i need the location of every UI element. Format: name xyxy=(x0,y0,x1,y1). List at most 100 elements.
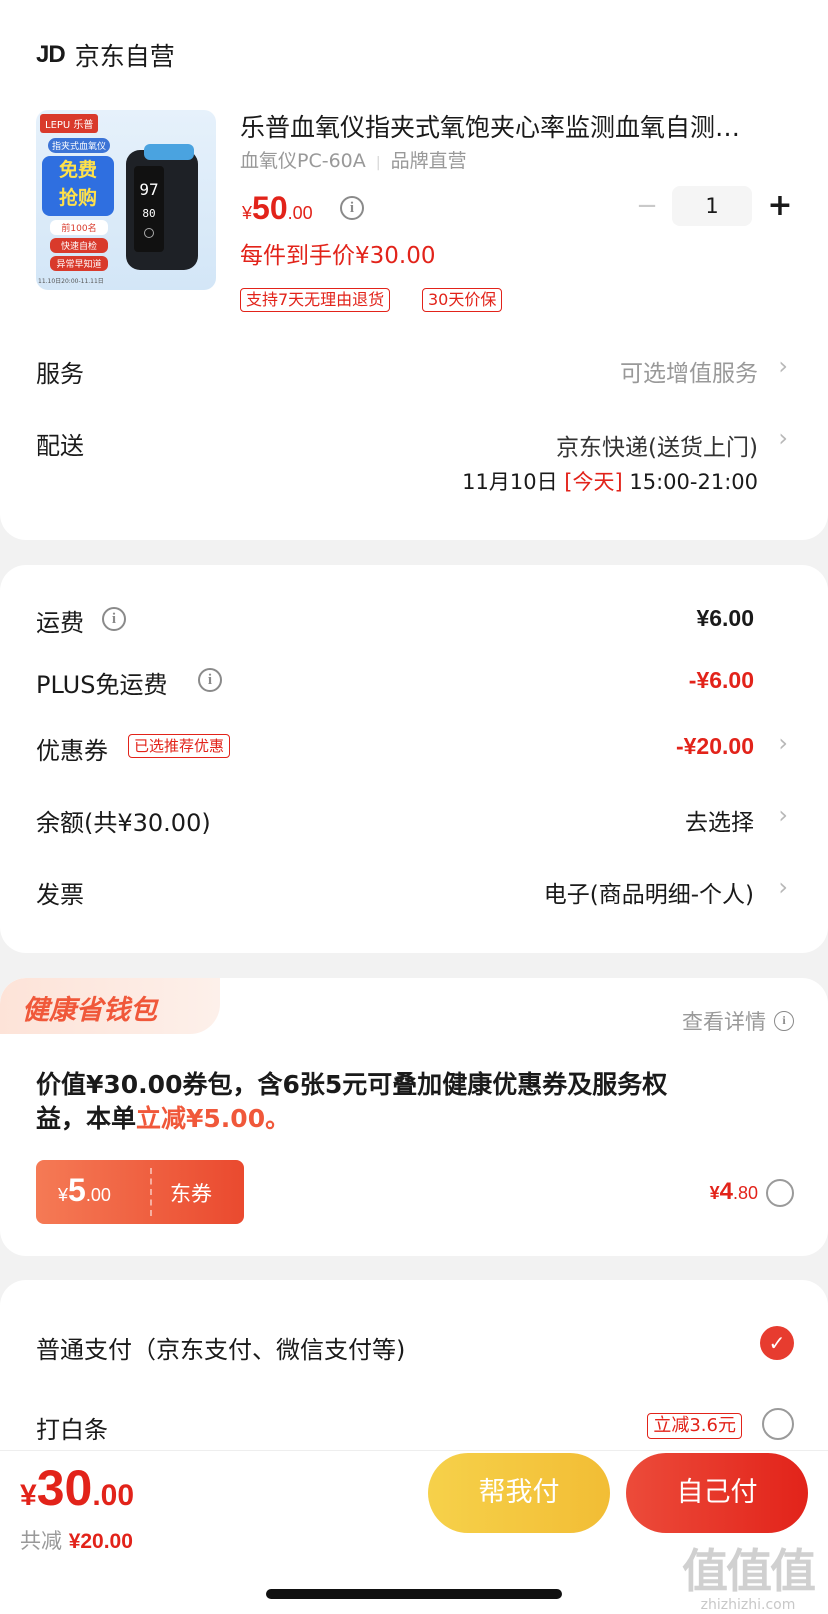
self-pay-button[interactable]: 自己付 xyxy=(626,1453,808,1533)
delivery-window: 15:00-21:00 xyxy=(629,470,758,494)
detail-info-icon: i xyxy=(774,1011,794,1031)
chevron-right-icon: › xyxy=(778,873,788,901)
chevron-right-icon: › xyxy=(778,352,788,380)
health-detail-label: 查看详情 xyxy=(682,1010,766,1034)
health-wallet-card: 健康省钱包 查看详情 i 价值¥30.00券包，含6张5元可叠加健康优惠券及服务… xyxy=(0,978,828,1256)
shop-name: 京东自营 xyxy=(74,42,175,71)
price-integer: 50 xyxy=(252,190,288,226)
quantity-minus-button[interactable]: − xyxy=(630,188,664,224)
service-value: 可选增值服务 xyxy=(620,361,758,387)
saving-value: ¥20.00 xyxy=(68,1530,133,1553)
product-card: JD 京东自营 LEPU 乐普 指夹式血氧仪 免费 抢购 前100名 快速自检 … xyxy=(0,0,828,540)
price-symbol: ¥ xyxy=(242,203,253,223)
watermark-url: zhizhizhi.com xyxy=(700,1597,796,1613)
wallet-price-integer: 4 xyxy=(719,1178,733,1205)
quantity-input[interactable]: 1 xyxy=(672,186,752,226)
invoice-label: 发票 xyxy=(36,881,84,909)
wallet-price-decimal: .80 xyxy=(732,1183,758,1203)
health-detail-link[interactable]: 查看详情 i xyxy=(682,1006,794,1036)
total-price: ¥30.00 xyxy=(20,1459,134,1517)
description-line-1: 价值¥30.00券包，含6张5元可叠加健康优惠券及服务权 xyxy=(36,1070,668,1099)
coupon-recommended-tag: 已选推荐优惠 xyxy=(128,734,231,758)
delivery-time: 11月10日 [今天] 15:00-21:00 xyxy=(462,466,758,496)
checkmark-icon: ✓ xyxy=(760,1326,794,1360)
jd-logo: JD xyxy=(36,41,66,68)
saving-label: 共减 xyxy=(20,1529,62,1553)
shop-header[interactable]: JD 京东自营 xyxy=(36,38,175,72)
total-decimal: .00 xyxy=(92,1479,135,1512)
coupon-divider xyxy=(150,1168,152,1216)
coupon-amount: ¥5.00 xyxy=(58,1172,111,1209)
total-integer: 30 xyxy=(36,1460,93,1516)
unit-price: 每件到手价¥30.00 xyxy=(240,243,436,269)
coupon-integer: 5 xyxy=(68,1172,86,1208)
chevron-right-icon: › xyxy=(778,801,788,829)
wallet-price-symbol: ¥ xyxy=(709,1183,720,1203)
delivery-label: 配送 xyxy=(36,432,84,460)
health-wallet-description: 价值¥30.00券包，含6张5元可叠加健康优惠券及服务权 益，本单立减¥5.00… xyxy=(36,1068,796,1136)
help-me-pay-button[interactable]: 帮我付 xyxy=(428,1453,610,1533)
return-policy-tag: 支持7天无理由退货 xyxy=(240,288,391,312)
device-reading-1: 97 xyxy=(139,180,159,199)
baitiao-label: 打白条 xyxy=(36,1416,108,1444)
home-indicator xyxy=(266,1589,562,1599)
shipping-fee-label: 运费 xyxy=(36,609,84,637)
service-label: 服务 xyxy=(36,360,84,388)
image-subtitle: 指夹式血氧仪 xyxy=(48,138,111,153)
coupon-value: -¥20.00 xyxy=(675,733,754,759)
image-badge-line2: 抢购 xyxy=(58,187,97,209)
delivery-today: [今天] xyxy=(564,470,623,494)
chevron-right-icon: › xyxy=(778,729,788,757)
description-discount: 立减¥5.00。 xyxy=(136,1104,291,1133)
description-line-2: 益，本单立减¥5.00。 xyxy=(36,1102,796,1136)
product-spec: 血氧仪PC-60A | 品牌直营 xyxy=(240,150,467,172)
coupon-symbol: ¥ xyxy=(58,1185,69,1205)
balance-value: 去选择 xyxy=(685,810,754,836)
coupon-ticket[interactable]: ¥5.00 东券 xyxy=(36,1160,244,1224)
watermark: 值值值 zhizhizhi.com xyxy=(682,1535,816,1613)
health-wallet-price: ¥4.80 xyxy=(710,1178,758,1206)
price-protection-tag: 30天价保 xyxy=(422,288,503,312)
image-badge-line1: 免费 xyxy=(58,159,97,181)
delivery-value: 京东快递(送货上门) xyxy=(556,435,758,461)
image-pill-1: 前100名 xyxy=(50,220,108,235)
image-brand: LEPU 乐普 xyxy=(40,114,99,133)
device-screen: 97 80 xyxy=(134,166,164,252)
plus-free-shipping-value: -¥6.00 xyxy=(688,667,754,693)
image-badge: 免费 抢购 xyxy=(42,156,114,216)
coupon-type: 东券 xyxy=(170,1182,212,1206)
watermark-logo: 值值值 xyxy=(682,1544,816,1598)
normal-pay-label: 普通支付（京东支付、微信支付等) xyxy=(36,1336,406,1364)
product-title[interactable]: 乐普血氧仪指夹式氧饱夹心率监测血氧自测… xyxy=(240,108,800,144)
oximeter-device: 97 80 xyxy=(126,144,198,270)
health-wallet-radio[interactable] xyxy=(766,1179,794,1207)
device-reading-2: 80 xyxy=(142,207,156,220)
coupon-label: 优惠券 xyxy=(36,737,108,765)
baitiao-discount-tag: 立减3.6元 xyxy=(647,1413,742,1439)
total-saving: 共减 ¥20.00 xyxy=(20,1525,133,1555)
baitiao-radio[interactable] xyxy=(762,1408,794,1440)
delivery-date: 11月10日 xyxy=(462,470,558,494)
product-price: ¥50.00 xyxy=(242,190,313,227)
fee-card: 运费 i ¥6.00 PLUS免运费 i -¥6.00 优惠券 已选推荐优惠 -… xyxy=(0,565,828,953)
quantity-stepper: − 1 + xyxy=(630,186,800,228)
invoice-value: 电子(商品明细-个人) xyxy=(543,882,754,908)
product-image[interactable]: LEPU 乐普 指夹式血氧仪 免费 抢购 前100名 快速自检 异常早知道 11… xyxy=(36,110,216,290)
price-decimal: .00 xyxy=(287,203,313,223)
price-info-icon[interactable]: i xyxy=(340,196,364,220)
quantity-plus-button[interactable]: + xyxy=(760,186,800,226)
balance-label: 余额(共¥30.00) xyxy=(36,809,211,837)
product-brand: 品牌直营 xyxy=(390,150,467,172)
description-text: 益，本单 xyxy=(36,1104,137,1133)
chevron-right-icon: › xyxy=(778,424,788,452)
shipping-fee-value: ¥6.00 xyxy=(696,605,754,631)
plus-free-shipping-label: PLUS免运费 xyxy=(36,671,168,699)
image-pill-3: 异常早知道 xyxy=(50,256,108,271)
checkout-footer: ¥30.00 共减 ¥20.00 帮我付 自己付 值值值 zhizhizhi.c… xyxy=(0,1450,828,1614)
plus-info-icon[interactable]: i xyxy=(198,668,222,692)
image-date: 11.10日20:00-11.11日 xyxy=(38,278,104,285)
health-wallet-title: 健康省钱包 xyxy=(22,995,157,1026)
shipping-info-icon[interactable]: i xyxy=(102,607,126,631)
product-model: 血氧仪PC-60A xyxy=(240,150,366,172)
coupon-decimal: .00 xyxy=(85,1185,111,1205)
